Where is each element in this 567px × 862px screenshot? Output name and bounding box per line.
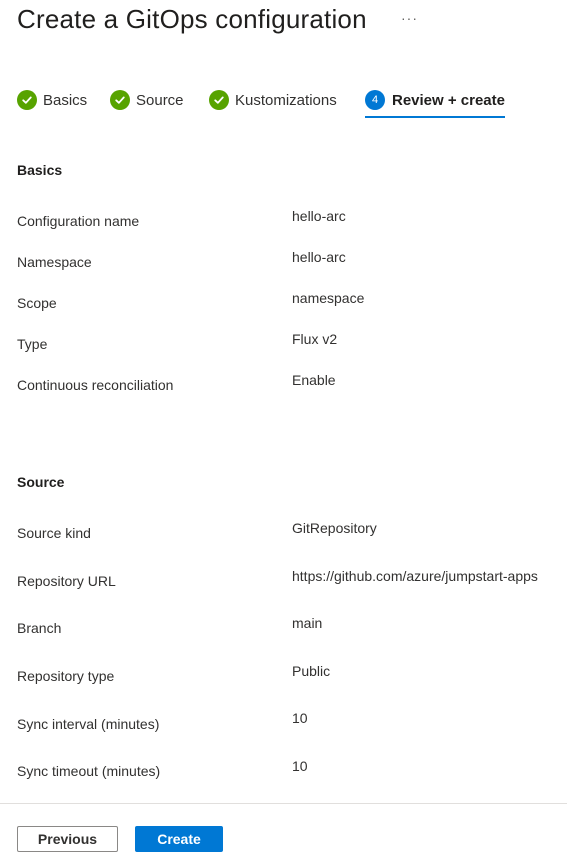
scope-value: namespace (292, 290, 365, 306)
sync-timeout-label: Sync timeout (minutes) (17, 763, 161, 779)
step-number-badge: 4 (365, 90, 385, 110)
page-title: Create a GitOps configuration (17, 4, 367, 34)
continuous-reconciliation-label: Continuous reconciliation (17, 377, 174, 393)
branch-label: Branch (17, 620, 62, 636)
source-kind-value: GitRepository (292, 520, 377, 536)
sync-timeout-value: 10 (292, 758, 308, 774)
repository-type-value: Public (292, 663, 331, 679)
footer-divider (0, 803, 567, 804)
config-name-value: hello-arc (292, 208, 346, 224)
repository-type-label: Repository type (17, 668, 115, 684)
create-button[interactable]: Create (135, 826, 223, 852)
check-circle-icon (17, 90, 37, 110)
namespace-label: Namespace (17, 254, 92, 270)
check-circle-icon (209, 90, 229, 110)
repository-url-label: Repository URL (17, 573, 116, 589)
wizard-tabs: Basics Source Kustomizations 4 Review + … (0, 84, 567, 118)
tab-label: Kustomizations (235, 91, 337, 109)
config-name-label: Configuration name (17, 213, 140, 229)
sync-interval-label: Sync interval (minutes) (17, 716, 160, 732)
tab-label: Source (136, 91, 184, 109)
active-tab-indicator (365, 116, 505, 118)
scope-label: Scope (17, 295, 57, 311)
more-options-button[interactable]: ··· (401, 10, 418, 26)
namespace-value: hello-arc (292, 249, 346, 265)
source-heading: Source (17, 474, 65, 490)
branch-value: main (292, 615, 323, 631)
tab-label: Basics (43, 91, 88, 109)
tab-source[interactable]: Source (110, 84, 184, 116)
basics-heading: Basics (17, 162, 63, 178)
tab-label: Review + create (392, 91, 505, 109)
check-circle-icon (110, 90, 130, 110)
continuous-reconciliation-value: Enable (292, 372, 336, 388)
tab-review-create[interactable]: 4 Review + create (365, 84, 505, 118)
type-value: Flux v2 (292, 331, 338, 347)
tab-basics[interactable]: Basics (17, 84, 87, 116)
source-kind-label: Source kind (17, 525, 91, 541)
sync-interval-value: 10 (292, 710, 308, 726)
repository-url-value: https://github.com/azure/jumpstart-apps (292, 568, 538, 584)
type-label: Type (17, 336, 48, 352)
previous-button[interactable]: Previous (17, 826, 118, 852)
tab-kustomizations[interactable]: Kustomizations (209, 84, 337, 116)
